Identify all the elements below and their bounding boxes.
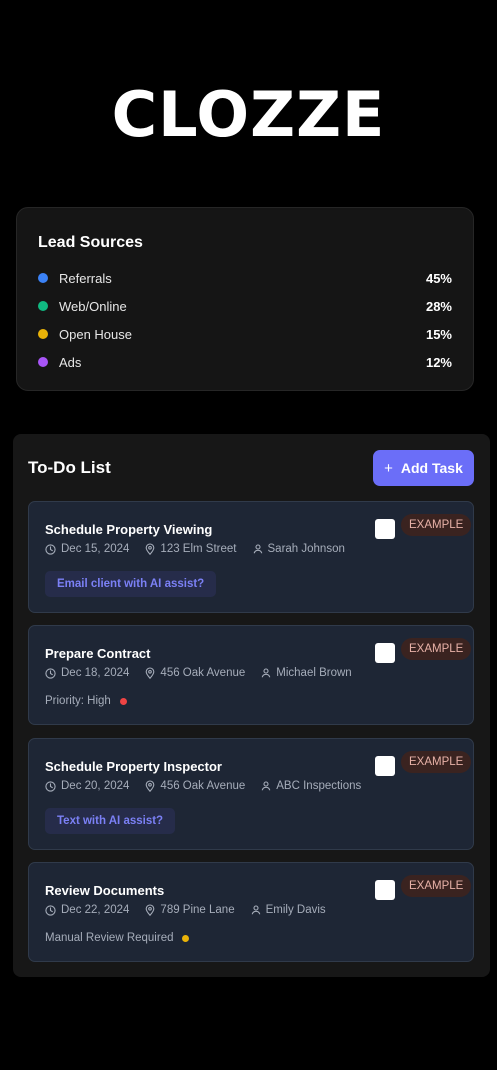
user-icon (261, 668, 271, 678)
user-icon (251, 905, 260, 915)
task-location: 123 Elm Street (145, 543, 237, 555)
task-location: 456 Oak Avenue (145, 780, 245, 792)
task-location: 456 Oak Avenue (145, 667, 245, 679)
lead-source-referrals: Referrals 45% (38, 268, 452, 288)
user-icon (261, 781, 271, 791)
lead-source-web-online: Web/Online 28% (38, 296, 452, 316)
lead-source-dot (38, 357, 48, 367)
lead-source-label: Web/Online (59, 298, 127, 314)
lead-source-percent: 28% (425, 298, 452, 314)
task-meta: Dec 15, 2024 123 Elm Street Sarah Johnso… (45, 543, 361, 555)
task-contact: Emily Davis (251, 904, 326, 916)
lead-source-percent: 12% (425, 354, 452, 370)
task-contact: Michael Brown (261, 667, 352, 679)
task-date: Dec 15, 2024 (45, 543, 129, 555)
text-ai-assist-button[interactable]: Text with AI assist? (45, 808, 176, 834)
lead-source-percent: 45% (425, 270, 452, 286)
example-badge: EXAMPLE (401, 514, 472, 536)
clock-icon (45, 780, 56, 792)
task-title: Schedule Property Inspector (45, 759, 222, 774)
task-checkbox[interactable] (375, 643, 395, 663)
task-contact: ABC Inspections (261, 780, 361, 792)
add-task-button[interactable]: + Add Task (373, 450, 474, 486)
task-checkbox[interactable] (375, 880, 395, 900)
example-badge: EXAMPLE (401, 875, 472, 897)
user-icon (253, 544, 262, 554)
email-ai-assist-button[interactable]: Email client with AI assist? (45, 571, 217, 597)
example-badge: EXAMPLE (401, 638, 472, 660)
map-pin-icon (146, 780, 155, 792)
task-title: Prepare Contract (45, 646, 151, 661)
task-date: Dec 20, 2024 (45, 780, 129, 792)
task-title: Review Documents (45, 883, 165, 898)
map-pin-icon (146, 904, 155, 916)
lead-source-dot (38, 329, 48, 339)
lead-source-label: Referrals (59, 270, 112, 286)
task-location: 789 Pine Lane (145, 904, 235, 916)
lead-source-dot (38, 273, 48, 283)
clock-icon (45, 904, 56, 916)
todo-list-title: To-Do List (28, 458, 111, 477)
task-status: Manual Review Required (45, 932, 190, 944)
lead-source-open-house: Open House 15% (38, 324, 452, 344)
task-date: Dec 18, 2024 (45, 667, 129, 679)
task-card[interactable]: Schedule Property Viewing Dec 15, 2024 1… (28, 501, 474, 613)
task-status-text: Priority: High (45, 695, 111, 707)
task-checkbox[interactable] (375, 519, 395, 539)
lead-source-dot (38, 301, 48, 311)
example-badge: EXAMPLE (401, 751, 472, 773)
clock-icon (45, 667, 56, 679)
task-status-text: Manual Review Required (45, 932, 174, 944)
task-meta: Dec 20, 2024 456 Oak Avenue ABC Inspecti… (45, 780, 377, 792)
status-dot (182, 934, 190, 942)
lead-source-label: Open House (59, 326, 132, 342)
add-task-label: Add Task (400, 460, 463, 476)
task-contact: Sarah Johnson (253, 543, 345, 555)
priority-dot (119, 697, 127, 705)
plus-icon: + (384, 459, 393, 477)
lead-source-percent: 15% (425, 326, 452, 342)
lead-source-label: Ads (59, 354, 82, 370)
task-priority: Priority: High (45, 695, 127, 707)
todo-list-card: To-Do List + Add Task Schedule Property … (13, 434, 490, 977)
map-pin-icon (146, 667, 155, 679)
task-date: Dec 22, 2024 (45, 904, 129, 916)
lead-sources-title: Lead Sources (38, 234, 143, 251)
map-pin-icon (146, 543, 155, 555)
clock-icon (45, 543, 56, 555)
task-meta: Dec 22, 2024 789 Pine Lane Emily Davis (45, 904, 342, 916)
lead-source-ads: Ads 12% (38, 352, 452, 372)
task-card[interactable]: Review Documents Dec 22, 2024 789 Pine L… (28, 862, 474, 962)
lead-sources-card: Lead Sources Referrals 45% Web/Online 28… (16, 207, 474, 391)
task-meta: Dec 18, 2024 456 Oak Avenue Michael Brow… (45, 667, 368, 679)
task-title: Schedule Property Viewing (45, 522, 213, 537)
task-card[interactable]: Schedule Property Inspector Dec 20, 2024… (28, 738, 474, 850)
brand-logo: CLOZZE (111, 78, 386, 151)
task-card[interactable]: Prepare Contract Dec 18, 2024 456 Oak Av… (28, 625, 474, 725)
task-checkbox[interactable] (375, 756, 395, 776)
